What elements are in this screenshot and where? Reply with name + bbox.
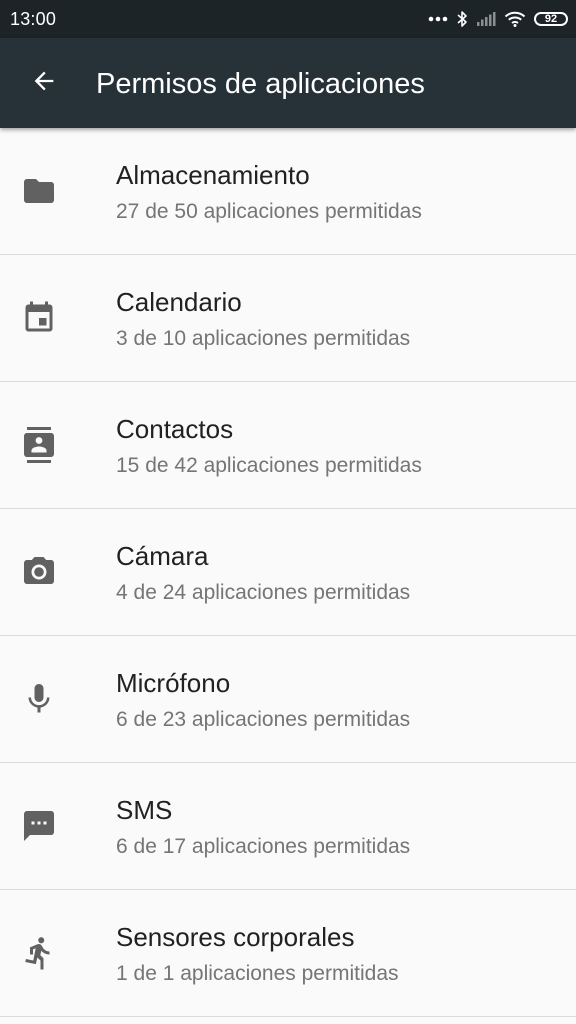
app-bar: Permisos de aplicaciones (0, 38, 576, 128)
list-item-sensores-corporales[interactable]: Sensores corporales 1 de 1 aplicaciones … (0, 890, 576, 1017)
list-item-calendario[interactable]: Calendario 3 de 10 aplicaciones permitid… (0, 255, 576, 382)
status-time: 13:00 (10, 9, 57, 29)
permission-title: Calendario (116, 287, 242, 317)
list-item-sms[interactable]: SMS 6 de 17 aplicaciones permitidas (0, 763, 576, 890)
permission-subtitle: 27 de 50 aplicaciones permitidas (116, 200, 422, 223)
permission-title: Contactos (116, 414, 234, 444)
status-bar: 13:00 92 (0, 0, 576, 38)
permission-title: Almacenamiento (116, 160, 310, 190)
arrow-back-icon (30, 67, 58, 100)
battery-icon: 92 (534, 12, 568, 26)
signal-icon (476, 11, 496, 27)
back-button[interactable] (20, 59, 68, 107)
permission-list: Almacenamiento 27 de 50 aplicaciones per… (0, 128, 576, 1017)
contacts-icon (20, 426, 58, 464)
page-title: Permisos de aplicaciones (96, 68, 425, 100)
sms-icon (20, 807, 58, 845)
permission-title: SMS (116, 795, 173, 825)
calendar-icon (20, 299, 58, 337)
permission-title: Micrófono (116, 668, 231, 698)
body-sensors-icon (20, 934, 58, 972)
permission-title: Sensores corporales (116, 922, 355, 952)
permission-subtitle: 4 de 24 aplicaciones permitidas (116, 581, 411, 604)
permission-subtitle: 1 de 1 aplicaciones permitidas (116, 962, 399, 985)
permission-title: Cámara (116, 541, 209, 571)
folder-icon (20, 172, 58, 210)
permission-subtitle: 15 de 42 aplicaciones permitidas (116, 454, 422, 477)
list-item-contactos[interactable]: Contactos 15 de 42 aplicaciones permitid… (0, 382, 576, 509)
list-item-almacenamiento[interactable]: Almacenamiento 27 de 50 aplicaciones per… (0, 128, 576, 255)
screen: 13:00 92 Permisos de aplicaciones Almace… (0, 0, 576, 1024)
wifi-icon (504, 11, 526, 27)
permission-subtitle: 6 de 23 aplicaciones permitidas (116, 708, 411, 731)
more-dots-icon (428, 16, 448, 22)
camera-icon (20, 553, 58, 591)
list-item-microfono[interactable]: Micrófono 6 de 23 aplicaciones permitida… (0, 636, 576, 763)
bluetooth-icon (456, 10, 468, 28)
microphone-icon (20, 680, 58, 718)
permission-subtitle: 3 de 10 aplicaciones permitidas (116, 327, 411, 350)
status-icons: 92 (428, 8, 568, 30)
permission-subtitle: 6 de 17 aplicaciones permitidas (116, 835, 411, 858)
list-item-camara[interactable]: Cámara 4 de 24 aplicaciones permitidas (0, 509, 576, 636)
